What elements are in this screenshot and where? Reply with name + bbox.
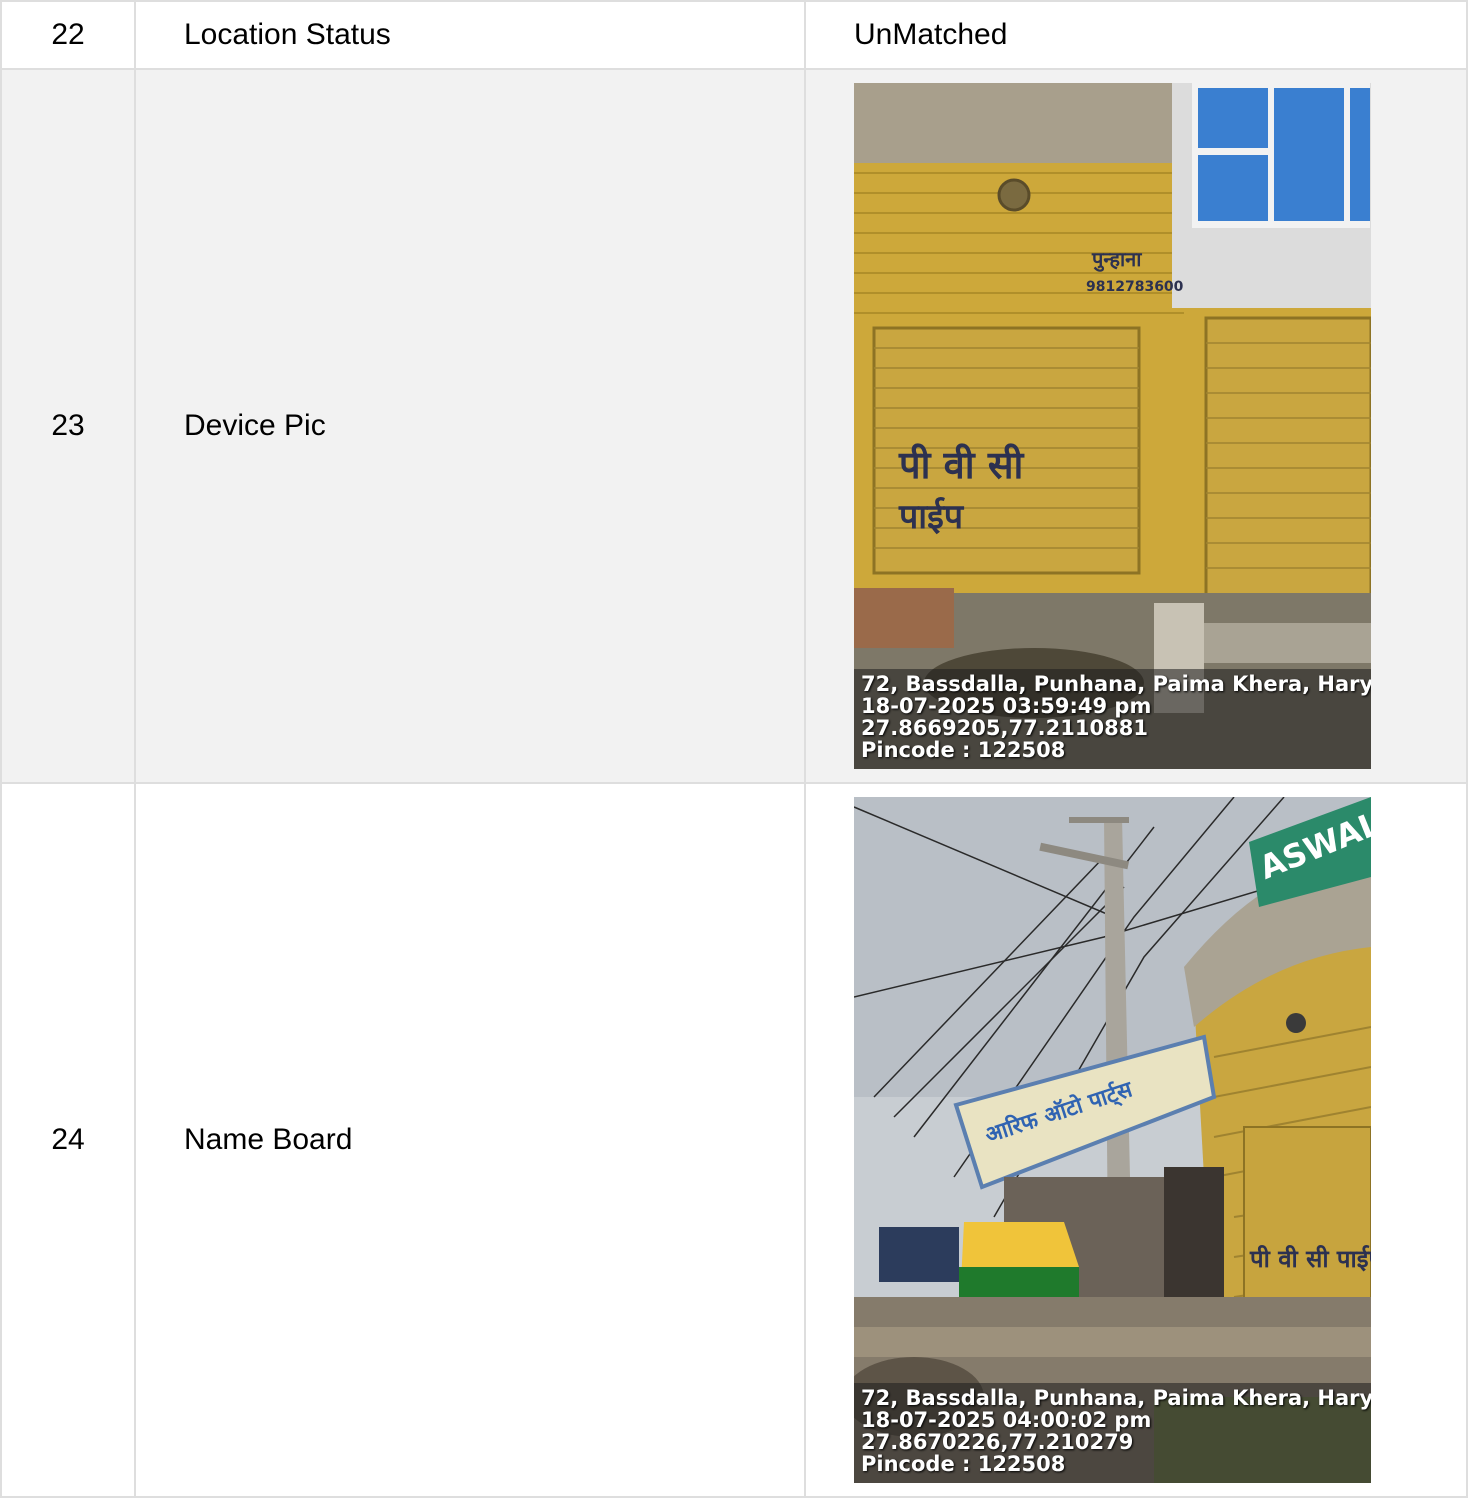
geotag-overlay: 72, Bassdalla, Punhana, Paima Khera, Har… <box>854 1383 1371 1483</box>
table-row: 23 Device Pic पी वी सी पाईप पुन्हाना 981… <box>0 68 1468 784</box>
geotag-overlay: 72, Bassdalla, Punhana, Paima Khera, Har… <box>854 669 1371 769</box>
geotag-datetime: 18-07-2025 03:59:49 pm <box>861 694 1152 718</box>
geotag-coordinates: 27.8669205,77.2110881 <box>861 716 1148 740</box>
row-number: 24 <box>0 782 136 1498</box>
device-photo-image: पी वी सी पाईप पुन्हाना 9812783600 <box>854 83 1371 769</box>
geotag-address: 72, Bassdalla, Punhana, Paima Khera, Har… <box>861 1386 1371 1410</box>
details-table: 22 Location Status UnMatched 23 Device P… <box>0 0 1468 1498</box>
name-board-photo[interactable]: ASWAL आरिफ ऑटो पार्ट्स पी वी सी पाईप फिट… <box>854 797 1371 1483</box>
row-label: Location Status <box>134 0 806 70</box>
svg-text:पाईप: पाईप <box>898 496 965 537</box>
row-number: 22 <box>0 0 136 70</box>
geotag-coordinates: 27.8670226,77.210279 <box>861 1430 1134 1454</box>
row-number: 23 <box>0 68 136 784</box>
location-status-value: UnMatched <box>804 0 1468 70</box>
svg-text:पी वी सी: पी वी सी <box>898 443 1025 487</box>
row-label: Device Pic <box>134 68 806 784</box>
name-board-cell: ASWAL आरिफ ऑटो पार्ट्स पी वी सी पाईप फिट… <box>804 782 1468 1498</box>
svg-text:पी वी सी पाईप फिटि: पी वी सी पाईप फिटि <box>1249 1245 1371 1273</box>
device-pic-cell: पी वी सी पाईप पुन्हाना 9812783600 72, Ba… <box>804 68 1468 784</box>
table-row: 24 Name Board ASWAL आरिफ ऑटो पार्ट्स पी … <box>0 782 1468 1498</box>
row-label: Name Board <box>134 782 806 1498</box>
table-row: 22 Location Status UnMatched <box>0 0 1468 70</box>
name-board-photo-image: ASWAL आरिफ ऑटो पार्ट्स पी वी सी पाईप फिट… <box>854 797 1371 1483</box>
device-photo[interactable]: पी वी सी पाईप पुन्हाना 9812783600 72, Ba… <box>854 83 1371 769</box>
geotag-address: 72, Bassdalla, Punhana, Paima Khera, Har… <box>861 672 1371 696</box>
geotag-datetime: 18-07-2025 04:00:02 pm <box>861 1408 1152 1432</box>
svg-text:9812783600: 9812783600 <box>1086 279 1184 295</box>
geotag-pincode: Pincode : 122508 <box>861 738 1066 762</box>
geotag-pincode: Pincode : 122508 <box>861 1452 1066 1476</box>
svg-text:पुन्हाना: पुन्हाना <box>1091 247 1142 272</box>
